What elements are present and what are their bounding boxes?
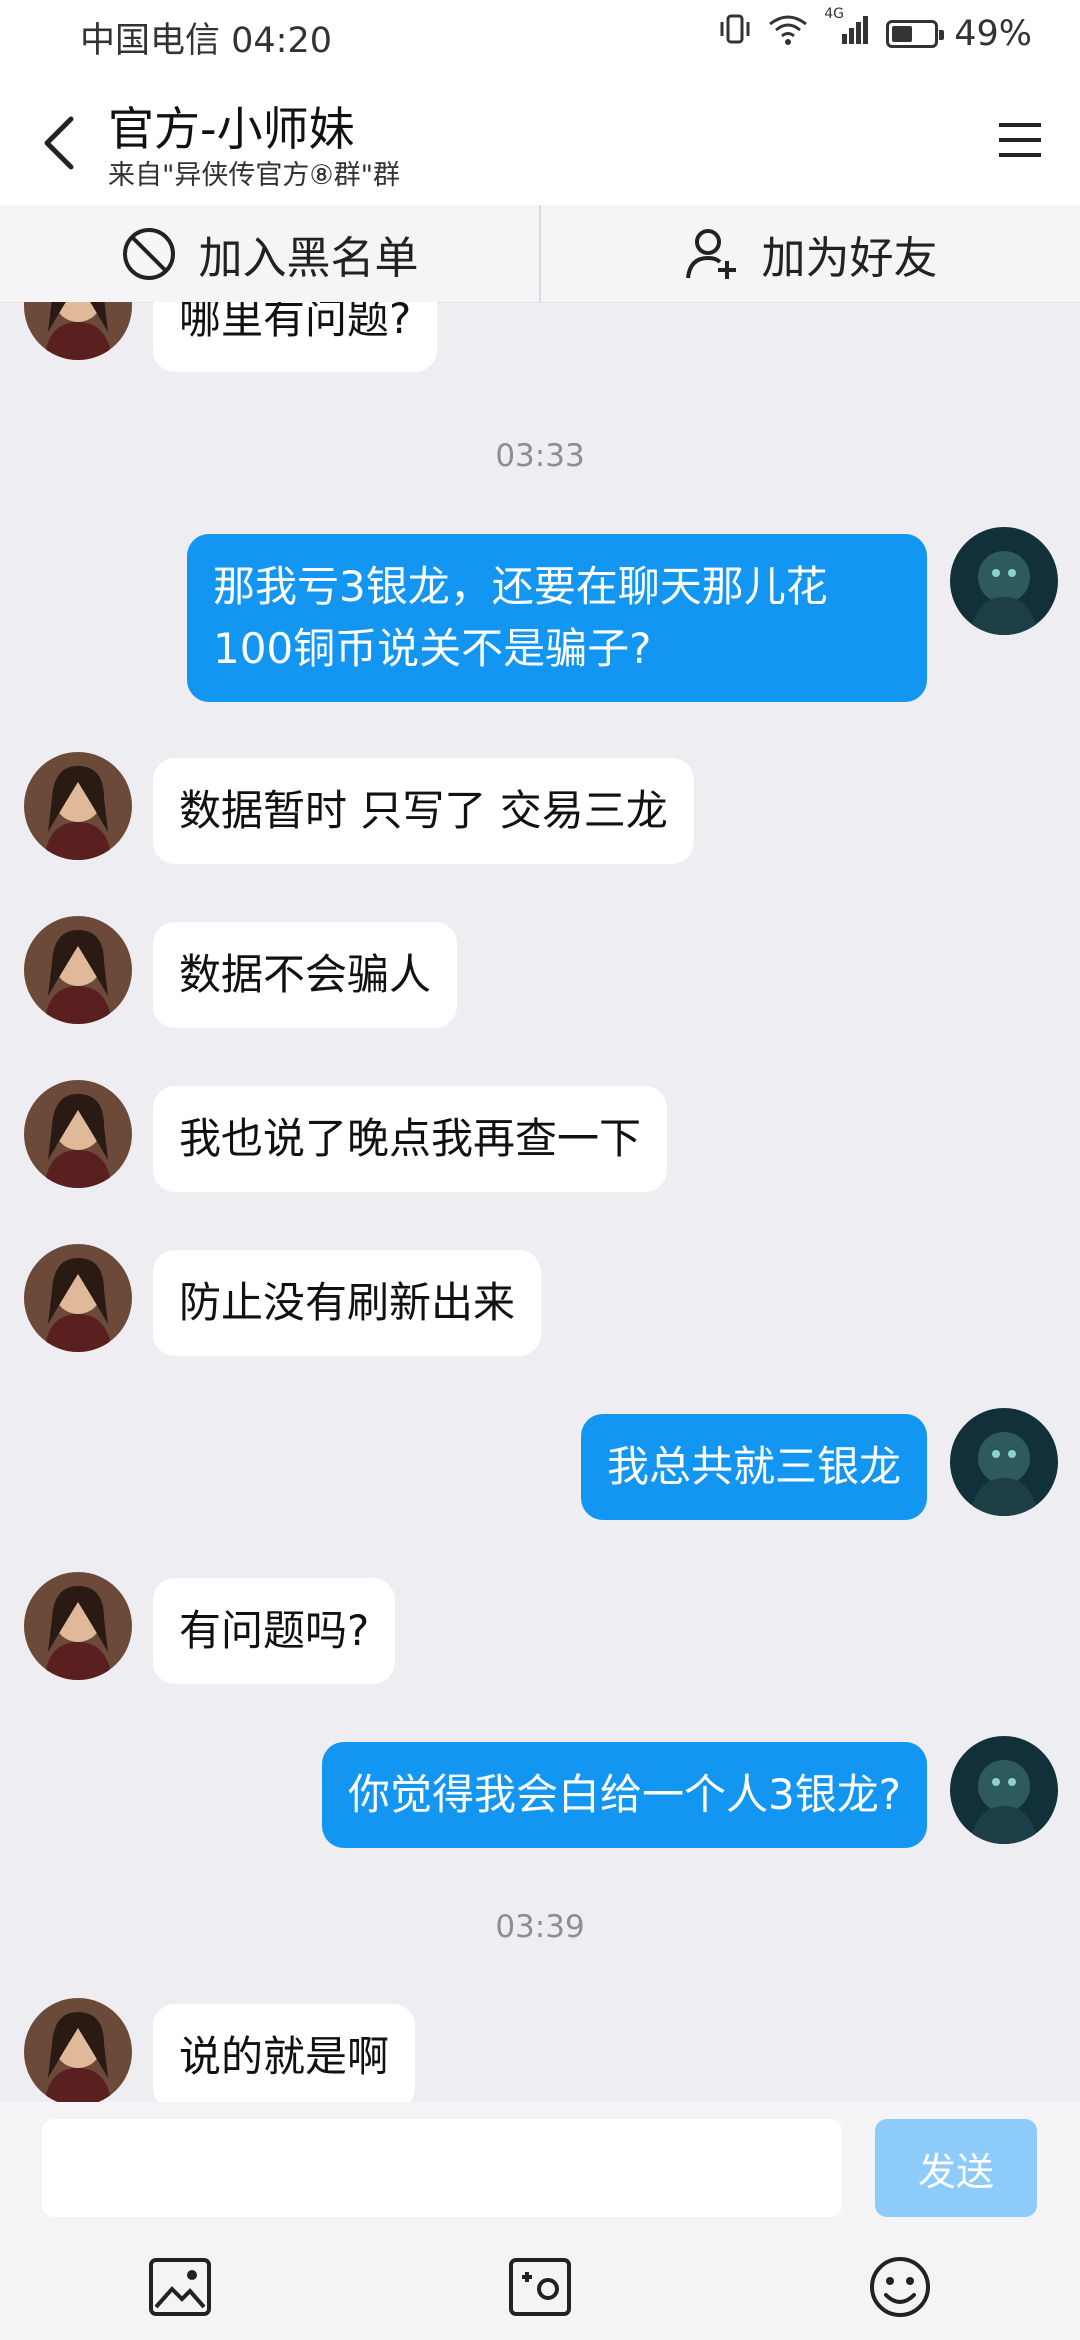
image-icon: [149, 2258, 211, 2316]
battery-fill: [892, 25, 912, 42]
image-button[interactable]: [145, 2252, 215, 2322]
contact-avatar[interactable]: [24, 1998, 132, 2102]
chat-subtitle: 来自"异侠传官方⑧群"群: [108, 160, 401, 191]
message-input[interactable]: [42, 2119, 842, 2217]
message-bubble[interactable]: 数据暂时 只写了 交易三龙: [153, 758, 694, 864]
message-bubble[interactable]: 那我亏3银龙，还要在聊天那儿花 100铜币说关不是骗子?: [187, 534, 927, 702]
chat-messages[interactable]: 哪里有问题? 03:33 那我亏3银龙，还要在聊天那儿花 100铜币说关不是骗子…: [0, 302, 1080, 2102]
message-line: 100铜币说关不是骗子?: [213, 624, 652, 673]
message-timestamp: 03:33: [495, 438, 585, 474]
back-button[interactable]: [24, 103, 94, 183]
status-bar: 中国电信 04:20 4G 49%: [0, 0, 1080, 75]
contact-avatar[interactable]: [24, 1244, 132, 1352]
camera-icon: [509, 2258, 571, 2316]
hamburger-menu-icon: [999, 123, 1041, 157]
contact-avatar[interactable]: [24, 1572, 132, 1680]
message-bubble[interactable]: 防止没有刷新出来: [153, 1250, 542, 1356]
block-icon: [122, 227, 175, 280]
signal-4g-icon: 4G: [824, 6, 870, 55]
message-line: 那我亏3银龙，还要在聊天那儿花: [213, 562, 828, 611]
vibrate-icon: [718, 12, 752, 55]
my-avatar[interactable]: [950, 1736, 1058, 1844]
emoji-button[interactable]: [865, 2252, 935, 2322]
contact-avatar[interactable]: [24, 302, 132, 360]
back-arrow-icon: [44, 116, 74, 170]
title-bar: 官方-小师妹 来自"异侠传官方⑧群"群: [0, 75, 1080, 205]
message-bubble[interactable]: 有问题吗?: [153, 1578, 396, 1684]
battery-icon: [886, 19, 945, 48]
send-button[interactable]: 发送: [875, 2119, 1037, 2217]
add-friend-label: 加为好友: [761, 232, 938, 284]
contact-avatar[interactable]: [24, 752, 132, 860]
camera-button[interactable]: [505, 2252, 575, 2322]
my-avatar[interactable]: [950, 527, 1058, 635]
message-bubble[interactable]: 我总共就三银龙: [580, 1414, 927, 1520]
status-icons: 4G 49%: [718, 6, 1032, 55]
input-bar: 发送: [0, 2102, 1080, 2340]
message-bubble[interactable]: 数据不会骗人: [153, 922, 458, 1028]
battery-percent: 49%: [954, 13, 1032, 54]
contact-avatar[interactable]: [24, 916, 132, 1024]
add-user-icon: [685, 228, 736, 279]
message-bubble[interactable]: 哪里有问题?: [153, 302, 438, 372]
add-to-blacklist-button[interactable]: 加入黑名单: [0, 205, 539, 302]
message-bubble[interactable]: 说的就是啊: [153, 2004, 416, 2102]
carrier-time: 中国电信 04:20: [80, 21, 332, 61]
message-bubble[interactable]: 你觉得我会白给一个人3银龙?: [321, 1742, 927, 1848]
my-avatar[interactable]: [950, 1408, 1058, 1516]
contact-avatar[interactable]: [24, 1080, 132, 1188]
message-bubble[interactable]: 我也说了晚点我再查一下: [153, 1086, 668, 1192]
add-friend-button[interactable]: 加为好友: [541, 205, 1080, 302]
emoji-icon: [870, 2257, 930, 2317]
message-timestamp: 03:39: [495, 1909, 585, 1945]
blacklist-label: 加入黑名单: [198, 232, 419, 284]
menu-button[interactable]: [990, 110, 1050, 170]
action-row: 加入黑名单 加为好友: [0, 205, 1080, 303]
network-label: 4G: [824, 6, 844, 22]
chat-title: 官方-小师妹: [108, 102, 355, 156]
wifi-icon: [768, 12, 808, 55]
